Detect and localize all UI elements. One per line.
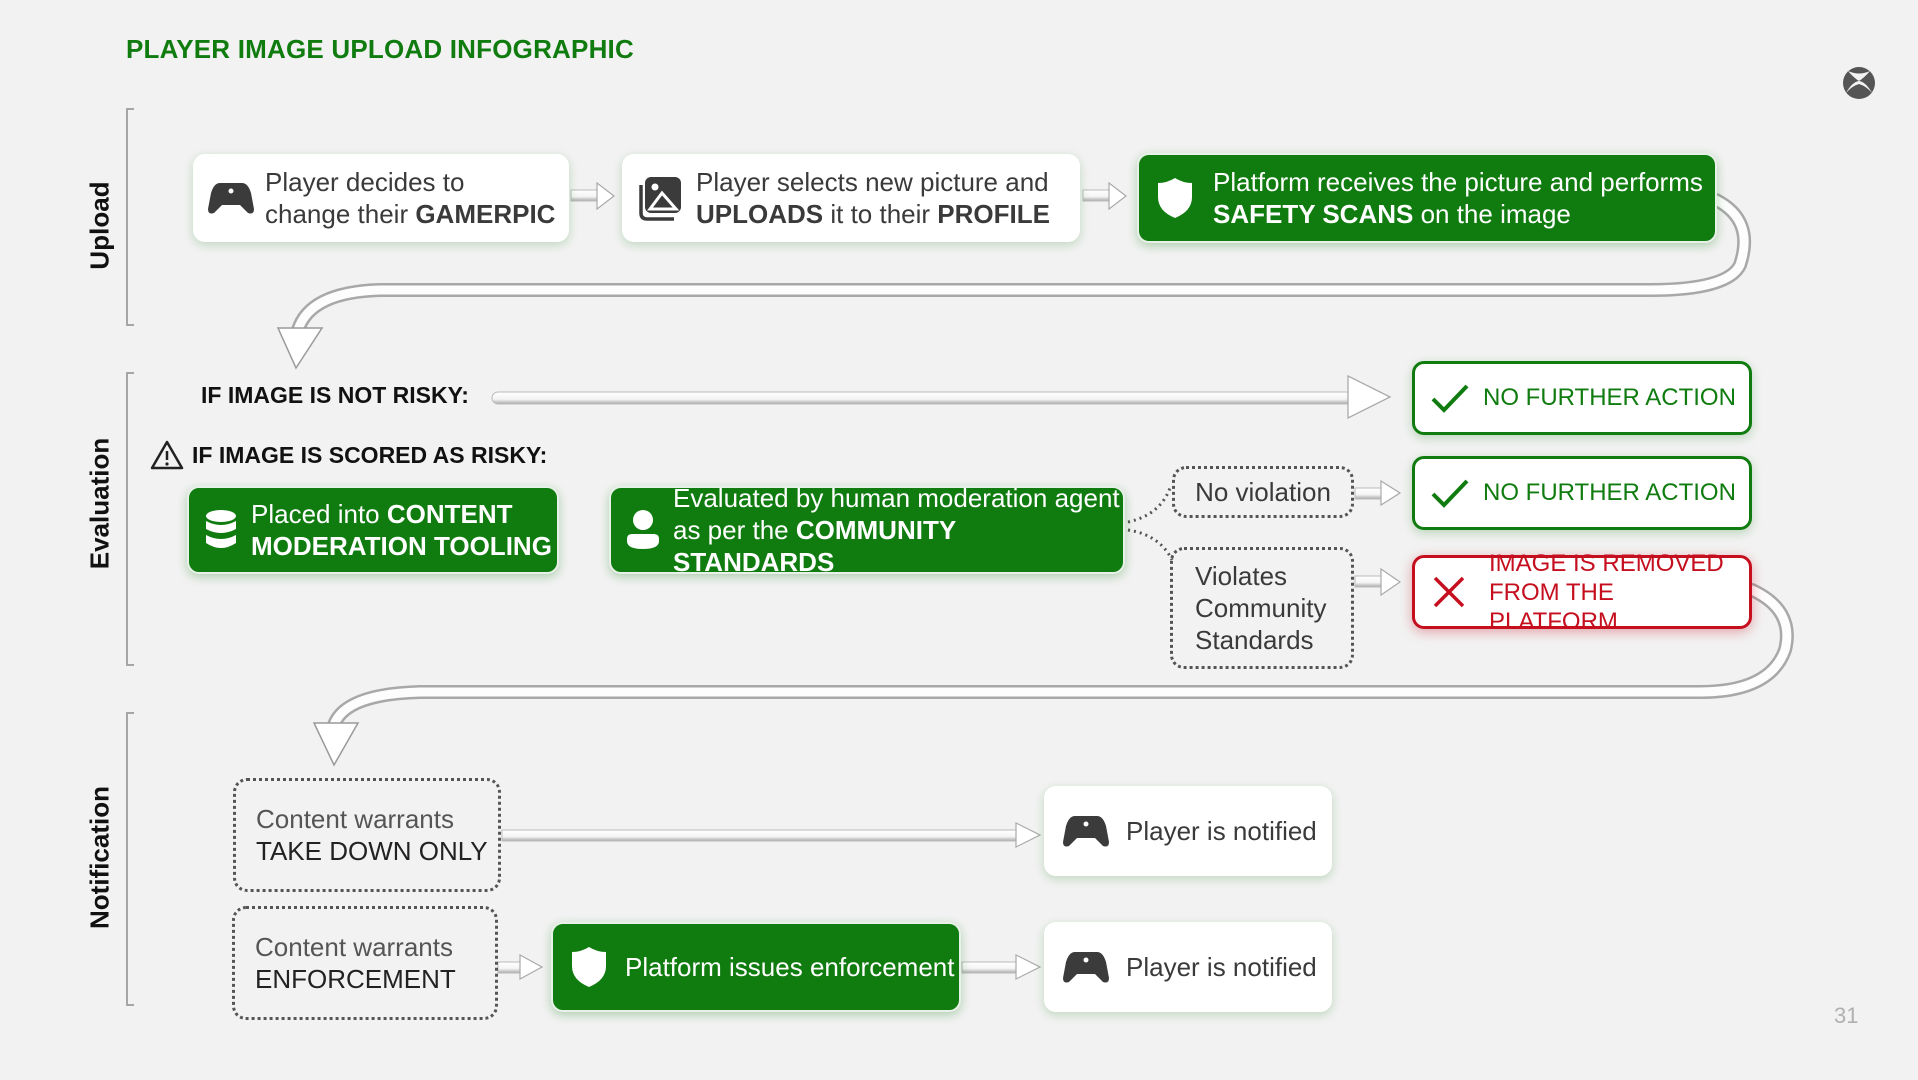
content-emphasis: CONTENT <box>386 499 513 529</box>
result-label: NO FURTHER ACTION <box>1483 479 1736 506</box>
image-icon <box>636 175 686 221</box>
section-bracket-notification <box>126 712 134 1006</box>
profile-emphasis: PROFILE <box>937 199 1050 229</box>
page-title: PLAYER IMAGE UPLOAD INFOGRAPHIC <box>126 34 634 64</box>
step-decide-gamerpic: Player decides to change their GAMERPIC <box>193 154 569 242</box>
checkmark-icon <box>1429 477 1471 509</box>
arrow-action-to-notified <box>961 954 1042 980</box>
step-decide-line2: change their <box>265 199 416 229</box>
step-safety-line1: Platform receives the picture and perfor… <box>1213 167 1703 197</box>
step-human-review: Evaluated by human moderation agent as p… <box>609 483 1125 577</box>
section-bracket-upload <box>126 108 134 326</box>
result-player-notified-2: Player is notified <box>1044 922 1332 1012</box>
section-bracket-evaluation <box>126 372 134 666</box>
enforcement-action-label: Platform issues enforcement <box>625 952 955 982</box>
section-label-notification: Notification <box>84 786 115 929</box>
removed-line1: IMAGE IS REMOVED <box>1489 549 1724 577</box>
tooling-line1: Placed into <box>251 499 387 529</box>
gamepad-icon <box>207 181 255 215</box>
shield-icon <box>1155 177 1195 219</box>
section-label-upload: Upload <box>84 181 115 270</box>
x-icon <box>1431 575 1467 609</box>
page-number: 31 <box>1834 1003 1859 1028</box>
branch-no-violation <box>1127 487 1172 524</box>
gamepad-icon <box>1062 814 1110 848</box>
person-icon <box>625 509 661 551</box>
removed-line2: FROM THE PLATFORM <box>1489 578 1618 635</box>
result-no-further-action-1: NO FURTHER ACTION <box>1412 361 1752 435</box>
branch-violates <box>1127 528 1174 561</box>
condition-risky-label: IF IMAGE IS SCORED AS RISKY: <box>192 441 548 468</box>
step-upload-line2: it to their <box>823 199 938 229</box>
result-image-removed: IMAGE IS REMOVED FROM THE PLATFORM <box>1412 550 1752 635</box>
database-icon <box>203 509 239 551</box>
uploads-emphasis: UPLOADS <box>696 199 824 229</box>
notified-label: Player is notified <box>1126 816 1317 846</box>
enforcement-line1: Content warrants <box>255 932 453 962</box>
arrow-violates <box>1354 567 1402 597</box>
moderation-tooling-emphasis: MODERATION TOOLING <box>251 531 552 561</box>
step-platform-enforcement: Platform issues enforcement <box>551 922 961 1012</box>
case-enforcement: Content warrants ENFORCEMENT <box>232 906 498 1020</box>
arrow-step2-to-step3 <box>1082 181 1127 211</box>
enforcement-line2: ENFORCEMENT <box>255 964 456 994</box>
takedown-line1: Content warrants <box>256 804 454 834</box>
condition-not-risky: IF IMAGE IS NOT RISKY: <box>201 382 469 408</box>
violates-line1: Violates <box>1195 561 1288 591</box>
branch-label-violates: Violates Community Standards <box>1170 547 1354 669</box>
result-label: NO FURTHER ACTION <box>1483 384 1736 411</box>
step-moderation-tooling: Placed into CONTENT MODERATION TOOLING <box>187 486 559 574</box>
case-takedown-only: Content warrants TAKE DOWN ONLY <box>233 778 501 892</box>
checkmark-icon <box>1429 382 1471 414</box>
human-review-line2: as per the <box>673 515 796 545</box>
gamepad-icon <box>1062 950 1110 984</box>
step-safety-line2: on the image <box>1413 199 1571 229</box>
arrow-takedown-to-notified <box>501 822 1042 848</box>
result-player-notified-1: Player is notified <box>1044 786 1332 876</box>
step-safety-scans: Platform receives the picture and perfor… <box>1137 153 1717 243</box>
warning-icon <box>150 440 184 470</box>
section-label-evaluation: Evaluation <box>84 437 115 570</box>
violates-line3: Standards <box>1195 625 1314 655</box>
violates-line2: Community <box>1195 593 1327 623</box>
arrow-no-violation <box>1354 479 1402 507</box>
arrow-enforcement-to-action <box>497 953 544 981</box>
safety-scans-emphasis: SAFETY SCANS <box>1213 199 1414 229</box>
step-upload-picture: Player selects new picture and UPLOADS i… <box>622 154 1080 242</box>
notified-label: Player is notified <box>1126 952 1317 982</box>
gamerpic-emphasis: GAMERPIC <box>415 199 556 229</box>
result-no-further-action-2: NO FURTHER ACTION <box>1412 456 1752 530</box>
condition-risky: IF IMAGE IS SCORED AS RISKY: <box>150 440 547 470</box>
arrow-not-risky <box>491 374 1392 420</box>
human-review-line1: Evaluated by human moderation agent <box>673 483 1120 513</box>
shield-icon <box>569 946 609 988</box>
branch-label-no-violation: No violation <box>1172 466 1354 518</box>
arrow-step1-to-step2 <box>570 181 615 211</box>
takedown-line2: TAKE DOWN ONLY <box>256 836 488 866</box>
xbox-logo-icon <box>1842 66 1876 100</box>
step-upload-line1: Player selects new picture and <box>696 167 1049 197</box>
step-decide-line1: Player decides to <box>265 167 465 197</box>
